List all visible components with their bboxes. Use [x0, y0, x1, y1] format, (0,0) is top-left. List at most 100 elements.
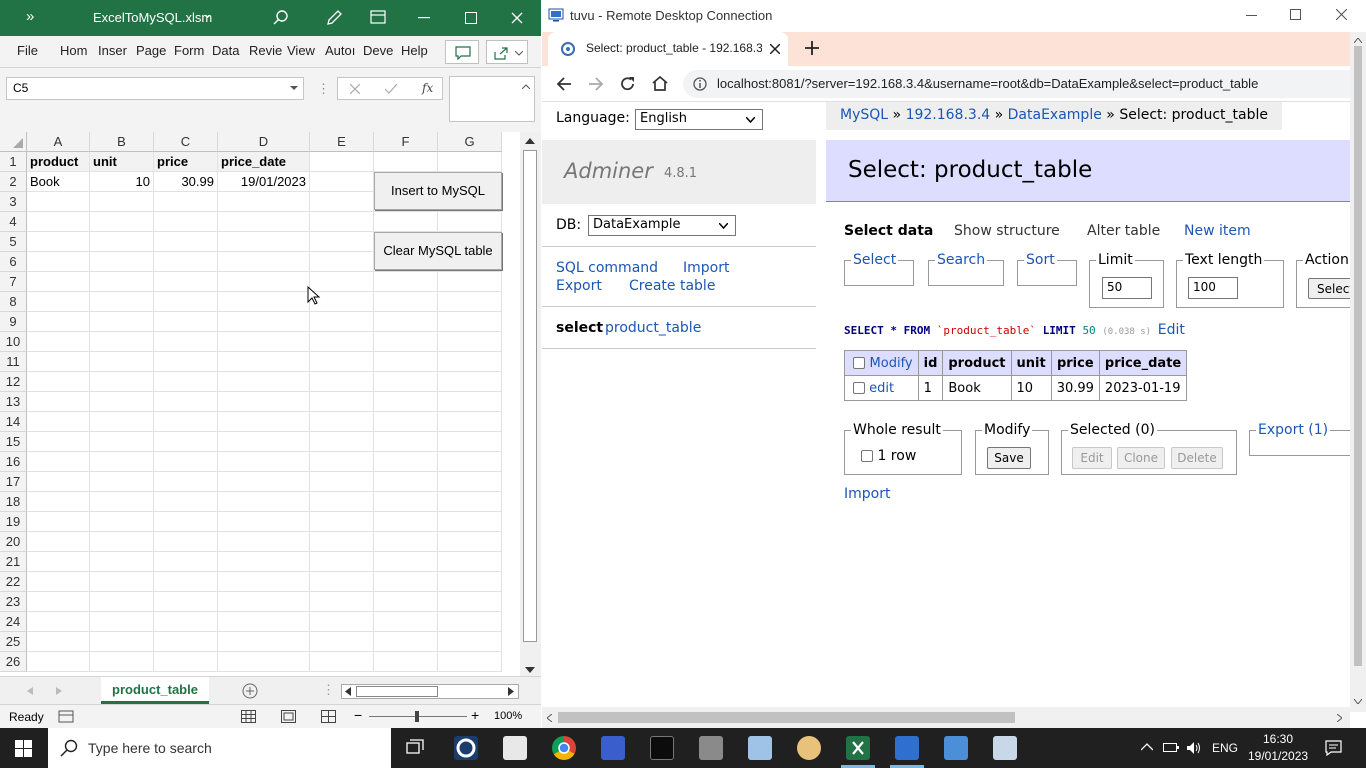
cell[interactable] [90, 632, 154, 652]
cell[interactable] [90, 532, 154, 552]
text-length-input[interactable]: 100 [1188, 277, 1238, 299]
cell[interactable] [374, 312, 438, 332]
scroll-right-icon[interactable] [1337, 714, 1342, 722]
taskbar-save-icon[interactable] [601, 736, 625, 760]
select-submit-button[interactable]: Select [1308, 278, 1350, 299]
cell[interactable] [27, 512, 90, 532]
row-header[interactable]: 15 [0, 432, 27, 452]
taskbar-app-icon[interactable] [944, 736, 968, 760]
cell[interactable] [218, 392, 310, 412]
normal-view-icon[interactable] [241, 710, 256, 723]
page-v-scroll-thumb[interactable] [1354, 46, 1362, 666]
cell[interactable] [154, 492, 218, 512]
cell[interactable] [438, 552, 502, 572]
cell[interactable] [27, 192, 90, 212]
row-header[interactable]: 17 [0, 472, 27, 492]
cell[interactable] [154, 432, 218, 452]
header-cell[interactable]: price [154, 152, 218, 172]
cell[interactable] [438, 152, 502, 172]
cell[interactable] [218, 652, 310, 672]
scroll-up-icon[interactable] [525, 138, 535, 144]
cell[interactable] [27, 312, 90, 332]
zoom-out-icon[interactable]: − [354, 707, 362, 723]
cell[interactable] [90, 312, 154, 332]
cell[interactable] [27, 392, 90, 412]
cell[interactable] [218, 352, 310, 372]
scroll-left-icon[interactable] [547, 714, 552, 722]
insert-function-icon[interactable]: fx [422, 81, 433, 95]
export-legend[interactable]: Export (1) [1256, 422, 1330, 438]
page-break-view-icon[interactable] [321, 710, 336, 723]
cell[interactable] [310, 572, 374, 592]
cell[interactable] [218, 192, 310, 212]
cancel-icon[interactable] [350, 84, 360, 94]
site-info-icon[interactable] [693, 77, 707, 91]
cell[interactable] [154, 232, 218, 252]
cell[interactable] [27, 412, 90, 432]
cell[interactable] [374, 432, 438, 452]
sql-command-link[interactable]: SQL command [556, 260, 658, 276]
clock-date[interactable]: 19/01/2023 [1248, 749, 1308, 763]
row-header[interactable]: 24 [0, 612, 27, 632]
taskbar-chrome-icon[interactable] [552, 736, 576, 760]
search-fieldset[interactable]: Search [928, 252, 1004, 286]
row-header[interactable]: 22 [0, 572, 27, 592]
cell[interactable] [310, 212, 374, 232]
edit-query-link[interactable]: Edit [1158, 322, 1185, 338]
cell[interactable] [90, 432, 154, 452]
cell[interactable] [310, 592, 374, 612]
cell[interactable] [154, 292, 218, 312]
cell[interactable] [154, 192, 218, 212]
cell[interactable] [90, 512, 154, 532]
cell[interactable] [154, 392, 218, 412]
tab-data[interactable]: Data [212, 43, 239, 58]
language-select[interactable]: English [635, 109, 763, 130]
select-legend[interactable]: Select [851, 252, 898, 268]
column-header[interactable]: D [218, 132, 310, 152]
cell[interactable] [310, 152, 374, 172]
cell[interactable] [310, 532, 374, 552]
cell[interactable] [438, 412, 502, 432]
accessibility-icon[interactable] [58, 710, 74, 723]
cell[interactable] [154, 352, 218, 372]
cell[interactable] [310, 392, 374, 412]
chevron-up-icon[interactable] [522, 84, 530, 89]
horizontal-scrollbar[interactable] [341, 684, 519, 699]
cell[interactable] [310, 552, 374, 572]
column-header-price[interactable]: price [1050, 350, 1100, 376]
row-header[interactable]: 16 [0, 452, 27, 472]
cell[interactable] [27, 612, 90, 632]
cell[interactable] [27, 592, 90, 612]
cell[interactable] [90, 612, 154, 632]
cell[interactable] [374, 152, 438, 172]
forward-icon[interactable] [588, 76, 604, 92]
browser-tab[interactable]: Select: product_table - 192.168.3.4 [548, 32, 788, 66]
share-button[interactable] [486, 40, 528, 64]
data-cell[interactable]: 10 [90, 172, 154, 192]
cell[interactable] [374, 212, 438, 232]
sort-legend[interactable]: Sort [1024, 252, 1057, 268]
tab-review[interactable]: Revie [249, 43, 282, 58]
cell[interactable] [374, 272, 438, 292]
cell[interactable] [90, 652, 154, 672]
close-icon[interactable] [1336, 9, 1347, 20]
cell[interactable] [374, 532, 438, 552]
taskbar-terminal-icon[interactable] [650, 736, 674, 760]
export-fieldset[interactable]: Export (1) [1249, 422, 1350, 456]
cell[interactable] [218, 312, 310, 332]
taskbar-app-icon[interactable] [699, 736, 723, 760]
row-header[interactable]: 5 [0, 232, 27, 252]
cell[interactable] [90, 492, 154, 512]
maximize-icon[interactable] [1290, 9, 1301, 20]
cell[interactable] [438, 392, 502, 412]
cell[interactable] [154, 252, 218, 272]
cell[interactable] [374, 592, 438, 612]
cell[interactable] [90, 252, 154, 272]
ribbon-display-icon[interactable] [370, 10, 386, 24]
cell[interactable] [374, 332, 438, 352]
row-header[interactable]: 10 [0, 332, 27, 352]
cell[interactable] [27, 452, 90, 472]
cell[interactable] [310, 252, 374, 272]
cell[interactable] [27, 492, 90, 512]
cell[interactable] [310, 312, 374, 332]
